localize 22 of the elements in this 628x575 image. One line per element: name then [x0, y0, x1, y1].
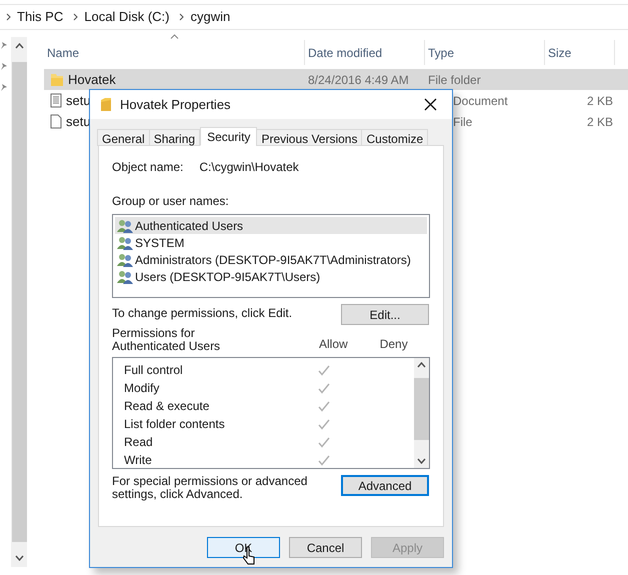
field-label: Object name:: [112, 159, 184, 176]
permission-name: Modify: [124, 380, 160, 397]
column-header: Deny: [380, 336, 408, 353]
permission-name: Read: [124, 434, 154, 451]
size-cell-text: 2 KB: [586, 114, 614, 130]
object-name: C:\cygwin\Hovatek: [199, 159, 299, 176]
field-label: Group or user names:: [112, 193, 230, 210]
type-cell-text: File: [453, 114, 474, 130]
hint-text: For special permissions or advanced settings, click Advanced.: [112, 475, 308, 501]
permissions-label: Permissions for Authenticated Users: [112, 327, 222, 353]
permission-name: Read & execute: [124, 398, 210, 415]
file-name: Hovatek: [68, 70, 116, 89]
permission-name: Full control: [124, 362, 184, 379]
date-cell-text: 8/24/2016 4:49 AM: [307, 72, 410, 88]
permission-name: Write: [124, 452, 153, 469]
type-cell-text: File folder: [427, 72, 482, 88]
column-header: Allow: [319, 336, 348, 353]
dialog-title: Hovatek Properties: [120, 96, 232, 114]
size-cell-text: 2 KB: [586, 92, 614, 110]
permission-name: List folder contents: [124, 416, 226, 433]
type-cell-text: Document: [453, 92, 509, 110]
hint-text: To change permissions, click Edit.: [112, 304, 292, 322]
